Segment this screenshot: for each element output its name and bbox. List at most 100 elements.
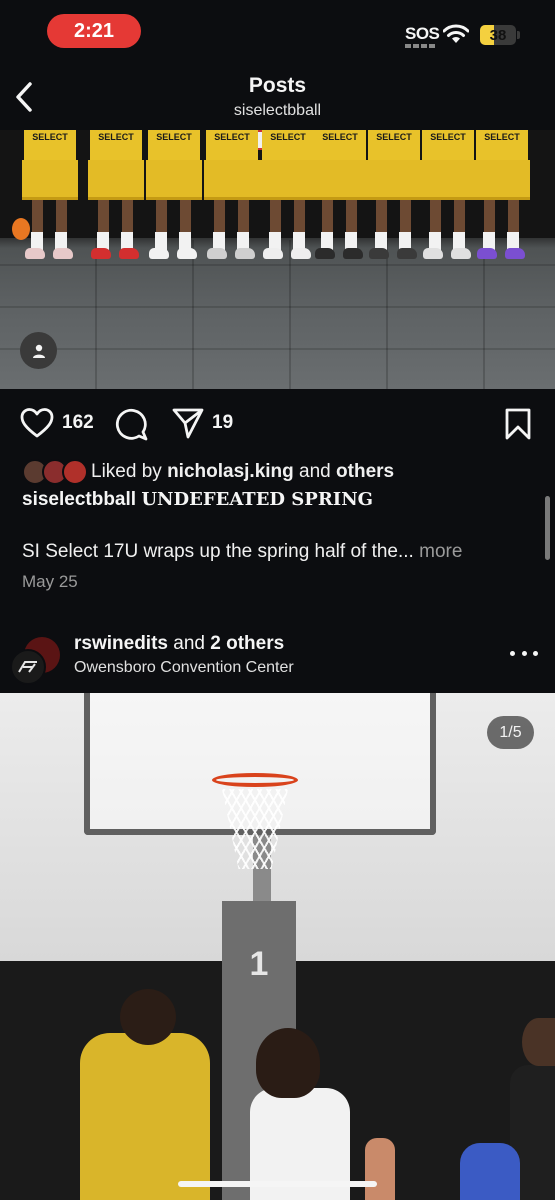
post-location[interactable]: Owensboro Convention Center	[74, 659, 294, 677]
player-shoe-r	[451, 248, 471, 259]
author-avatar	[10, 649, 46, 685]
page-header: Posts siselectbball	[0, 66, 555, 130]
player-shorts	[204, 160, 260, 200]
player-shorts	[312, 160, 368, 200]
liked-by-text: Liked by nicholasj.king and others	[91, 461, 394, 483]
like-count[interactable]: 162	[62, 412, 94, 434]
person-icon	[32, 344, 45, 358]
liked-by-avatars	[22, 459, 88, 485]
player-shorts	[474, 160, 530, 200]
post-header: rswinedits and 2 others Owensboro Conven…	[0, 625, 555, 693]
post-author[interactable]: rswinedits and 2 others	[74, 633, 284, 655]
player-jersey: SELECT	[476, 130, 528, 160]
send-icon[interactable]	[171, 406, 205, 440]
player-jersey: SELECT	[422, 130, 474, 160]
status-bar: 2:21 SOS 38	[0, 0, 555, 66]
player-shoe-r	[505, 248, 525, 259]
liked-by-prefix: Liked by	[91, 461, 162, 482]
page-subtitle[interactable]: siselectbball	[0, 102, 555, 120]
author-with: and	[173, 633, 205, 654]
liked-by-others[interactable]: others	[336, 461, 394, 482]
photo-player-head	[120, 989, 176, 1045]
player-shorts	[260, 160, 316, 200]
photo-player-head	[522, 1018, 555, 1066]
player-shoe-l	[207, 248, 227, 259]
wifi-icon	[443, 24, 469, 43]
player-jersey: SELECT	[24, 130, 76, 160]
player-shoe-r	[291, 248, 311, 259]
player-shoe-r	[343, 248, 363, 259]
caption-text: SI Select 17U wraps up the spring half o…	[22, 541, 414, 562]
liked-by-row[interactable]: Liked by nicholasj.king and others	[22, 458, 542, 486]
dot-icon	[521, 651, 527, 656]
caption-body: SI Select 17U wraps up the spring half o…	[22, 541, 462, 563]
post-date: May 25	[22, 572, 78, 591]
home-indicator[interactable]	[178, 1181, 377, 1187]
post-image[interactable]: ATHLETE SELECTSELECTSELECTSELECTSELECTSE…	[0, 130, 555, 389]
player-shoe-r	[235, 248, 255, 259]
pole-number: 1	[249, 945, 269, 983]
photo-player: SELECT	[366, 130, 422, 280]
comment-icon[interactable]	[113, 406, 149, 442]
player-shorts	[366, 160, 422, 200]
player-shoe-r	[119, 248, 139, 259]
photo-player: SELECT	[474, 130, 530, 280]
liked-by-user[interactable]: nicholasj.king	[167, 461, 294, 482]
battery-percent: 38	[489, 26, 507, 44]
dot-icon	[510, 651, 515, 656]
sos-indicator: SOS	[405, 24, 440, 43]
photo-player: SELECT	[204, 130, 260, 280]
player-shoe-r	[397, 248, 417, 259]
page-title: Posts	[248, 74, 307, 97]
bookmark-icon[interactable]	[504, 407, 532, 441]
status-time[interactable]: 2:21	[47, 14, 141, 48]
photo-player	[80, 1033, 210, 1200]
more-options-button[interactable]	[510, 651, 538, 661]
player-shoe-l	[149, 248, 169, 259]
photo-player: SELECT	[260, 130, 316, 280]
author-username[interactable]: rswinedits	[74, 633, 168, 654]
player-shoe-l	[423, 248, 443, 259]
photo-spectator	[365, 1138, 395, 1200]
battery-nub	[517, 31, 520, 39]
author-others[interactable]: 2 others	[210, 633, 284, 654]
share-count: 19	[212, 412, 234, 433]
player-jersey: SELECT	[148, 130, 200, 160]
photo-player: SELECT	[22, 130, 78, 280]
carousel-counter: 1/5	[487, 716, 534, 749]
post-actions: 162 19	[0, 400, 555, 448]
tagged-people-button[interactable]	[20, 332, 57, 369]
player-shorts	[146, 160, 202, 200]
logo-icon	[18, 661, 37, 673]
battery-icon: 38	[480, 25, 516, 45]
player-shorts	[420, 160, 476, 200]
signal-dots	[405, 44, 435, 48]
photo-spectator	[460, 1143, 520, 1200]
player-jersey: SELECT	[368, 130, 420, 160]
liked-by-and: and	[299, 461, 331, 482]
caption-more-link[interactable]: more	[419, 541, 462, 562]
player-shoe-r	[177, 248, 197, 259]
player-shoe-l	[315, 248, 335, 259]
caption-header: siselectbball UNDEFEATED SPRING	[22, 489, 373, 511]
caption-user[interactable]: siselectbball	[22, 489, 136, 510]
scroll-indicator	[545, 496, 550, 560]
player-shorts	[22, 160, 78, 200]
caption-title: UNDEFEATED SPRING	[141, 489, 374, 510]
player-jersey: SELECT	[206, 130, 258, 160]
player-shoe-l	[91, 248, 111, 259]
photo-player: SELECT	[312, 130, 368, 280]
player-jersey: SELECT	[314, 130, 366, 160]
hoop-rim	[212, 773, 298, 787]
player-shoe-l	[477, 248, 497, 259]
player-shorts	[88, 160, 144, 200]
player-shoe-r	[53, 248, 73, 259]
photo-player: SELECT	[88, 130, 144, 280]
post-author-avatar[interactable]	[10, 635, 60, 685]
liker-avatar	[62, 459, 88, 485]
player-shoe-l	[25, 248, 45, 259]
player-shoe-l	[263, 248, 283, 259]
post-image[interactable]: 1 1/5	[0, 693, 555, 1200]
heart-icon[interactable]	[20, 407, 54, 439]
dot-icon	[533, 651, 538, 656]
